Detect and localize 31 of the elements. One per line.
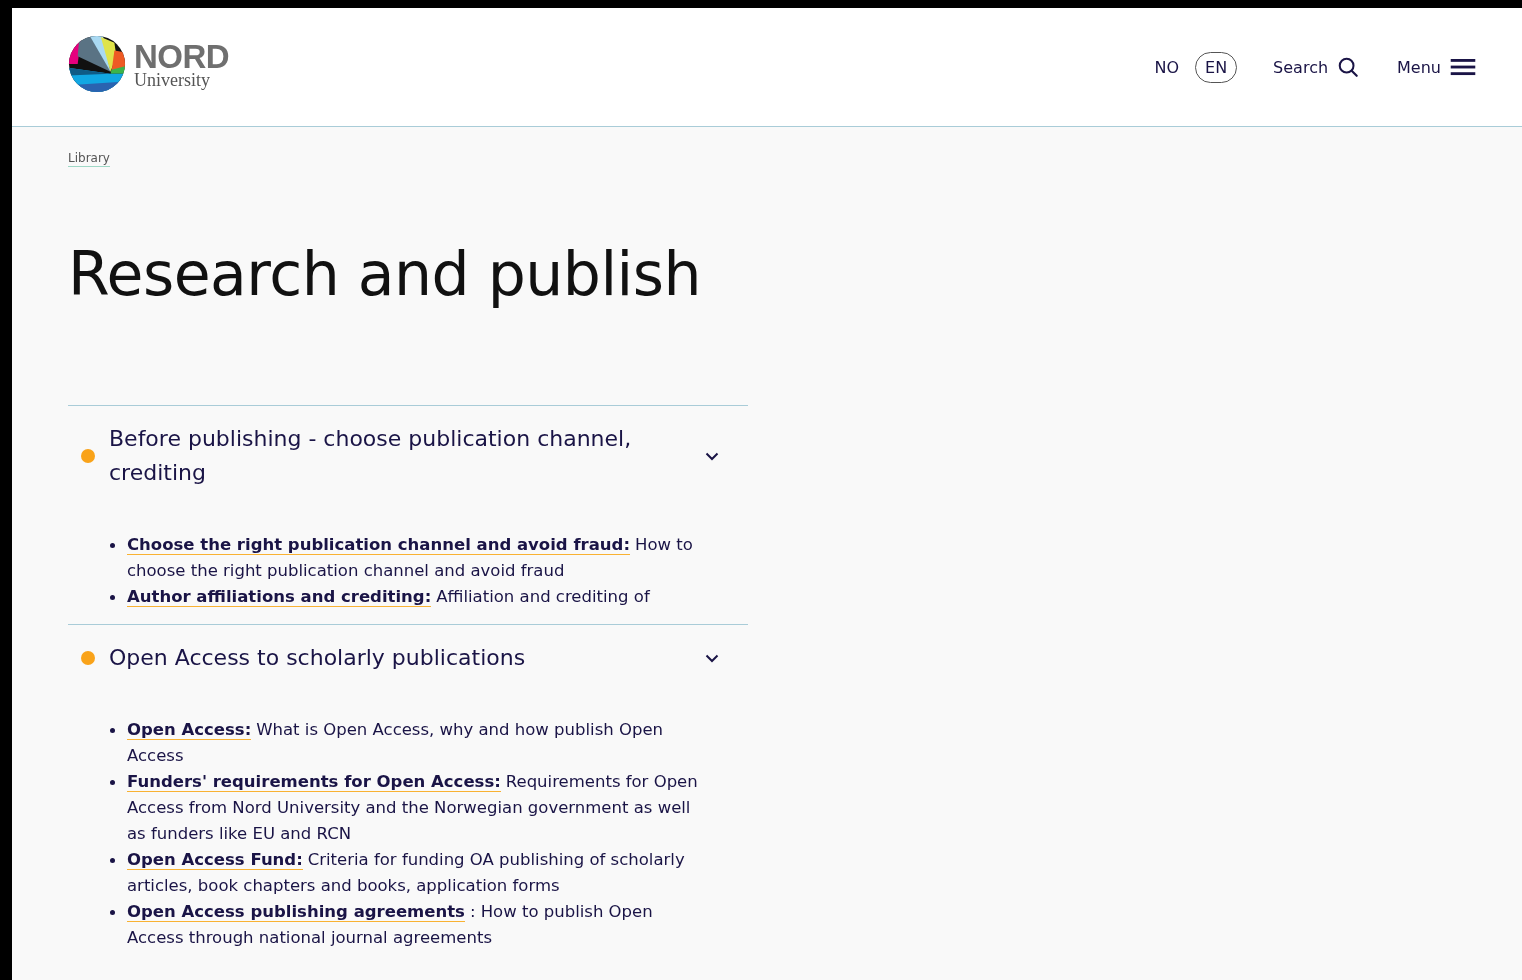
logo-subtitle: University [134,70,211,89]
bullet-icon [110,780,115,785]
list-item-text: Choose the right publication channel and avoid fraud: How to choose the right publication channel and avoid fraud [127,534,694,582]
bullet-icon [110,728,115,733]
search-button[interactable]: Search [1273,56,1360,78]
bullet-icon [110,858,115,863]
link[interactable]: Open Access Fund: [127,850,303,870]
list-item-text: Author affiliations and crediting: Affiliation and crediting of [127,586,650,609]
list-item-text: Funders' requirements for Open Access: Requirements for Open Access from Nord University and the Norwegian government as well as funders like EU and RCN [127,771,699,845]
link[interactable]: Author affiliations and crediting: [127,587,432,607]
search-icon [1337,56,1360,78]
logo-wordmark: NORD [134,39,230,73]
chevron-icon[interactable] [705,451,719,461]
accordion-heading[interactable]: Before publishing - choose publication channel, crediting [109,422,705,490]
breadcrumb-link[interactable]: Library [68,151,110,167]
page-title: Research and publish [68,239,703,309]
link[interactable]: Open Access publishing agreements [127,902,465,922]
list-item-text: Open Access Fund: Criteria for funding OA publishing of scholarly articles, book chapters and books, application forms [127,849,686,897]
link[interactable]: Choose the right publication channel and avoid fraud: [127,535,631,555]
link[interactable]: Open Access: [127,720,252,740]
link[interactable]: Funders' requirements for Open Access: [127,772,501,792]
list-item-text: Open Access publishing agreements : How to publish Open Access through national journal agreements [127,901,654,949]
bullet-icon [110,595,115,600]
list-item-text: Open Access: What is Open Access, why and how publish Open Access [127,719,665,767]
language-link[interactable]: NO [1144,51,1189,83]
accordion-heading[interactable]: Open Access to scholarly publications [109,641,705,675]
menu-button[interactable]: Menu [1397,57,1476,77]
bullet-icon [110,543,115,548]
bullet-icon [110,910,115,915]
menu-icon [1450,58,1476,76]
chevron-icon[interactable] [705,653,719,663]
